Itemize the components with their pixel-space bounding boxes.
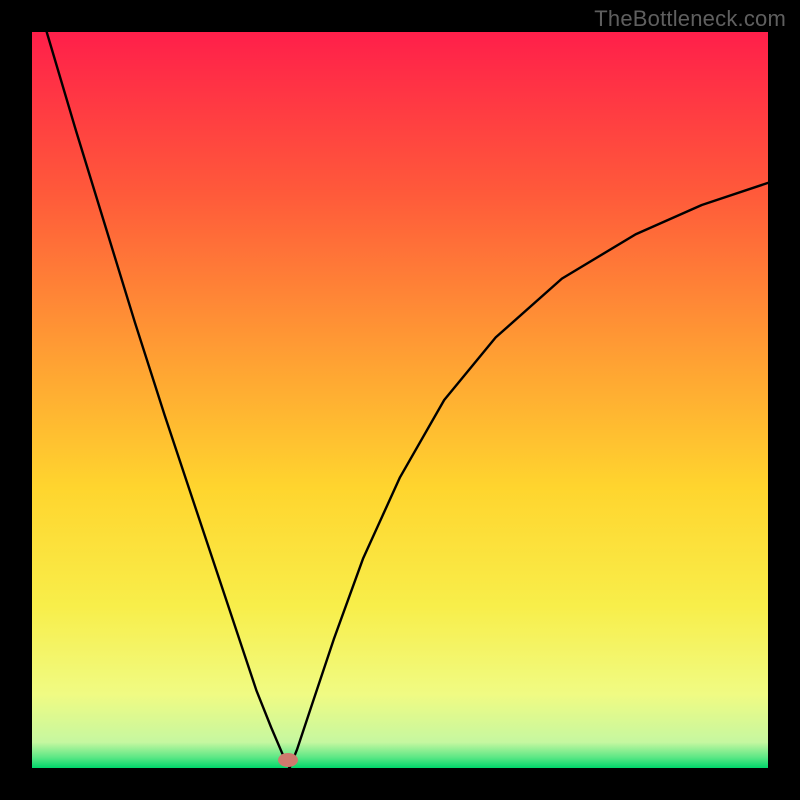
chart-container: TheBottleneck.com <box>0 0 800 800</box>
bottleneck-chart <box>0 0 800 800</box>
optimal-point-marker <box>278 753 298 767</box>
plot-background-gradient <box>32 32 768 768</box>
watermark-text: TheBottleneck.com <box>594 6 786 32</box>
